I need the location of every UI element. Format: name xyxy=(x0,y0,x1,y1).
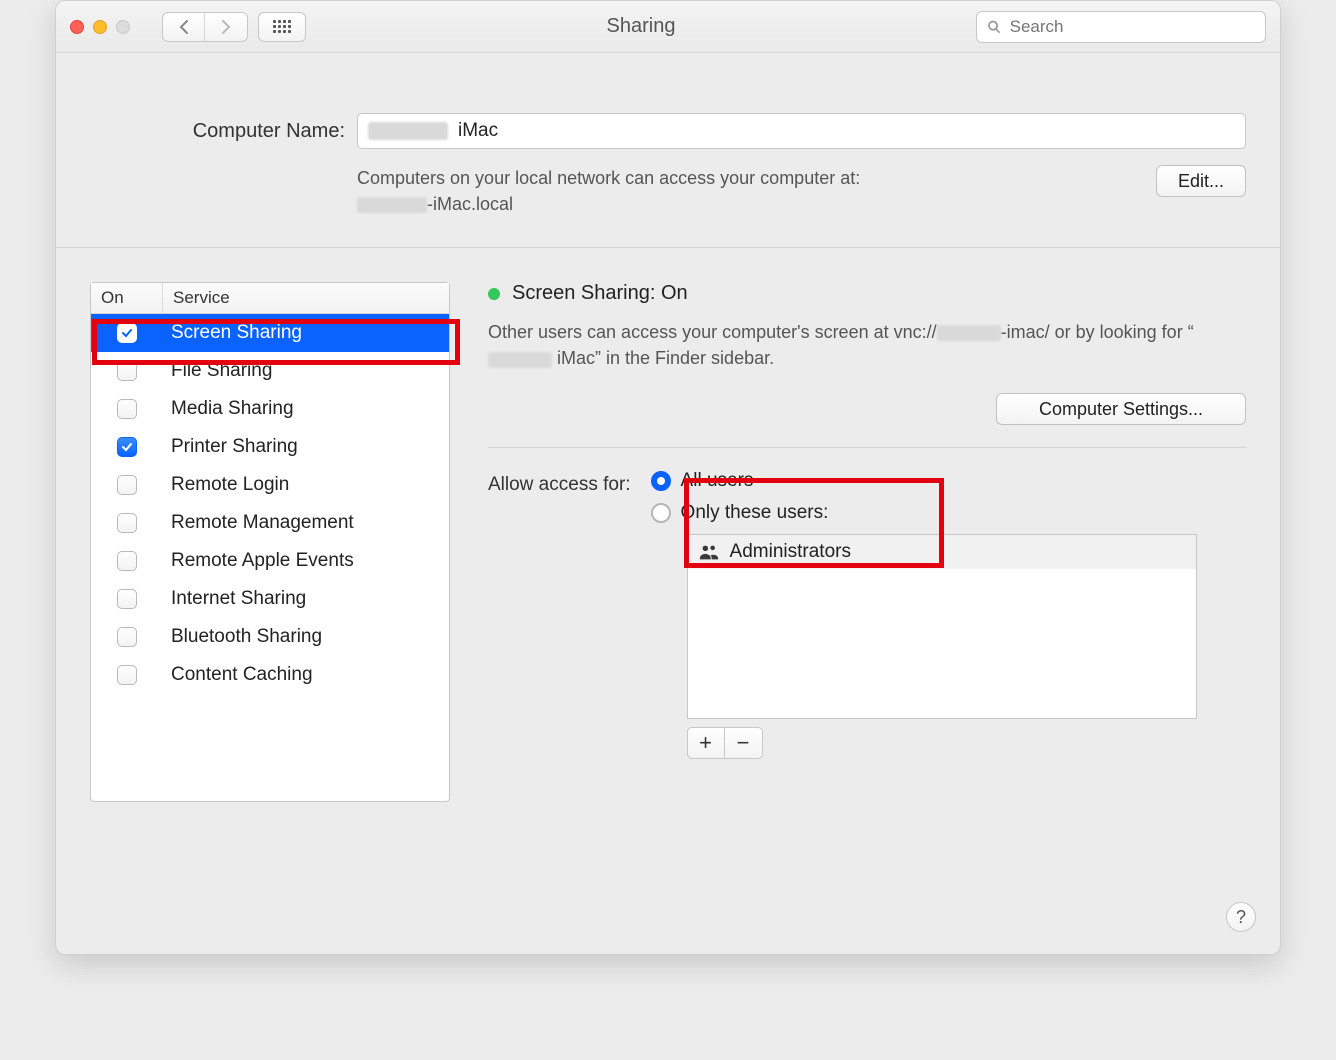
radio-label: Only these users: xyxy=(681,502,829,524)
service-row[interactable]: Bluetooth Sharing xyxy=(91,618,449,656)
divider xyxy=(488,447,1246,448)
service-checkbox[interactable] xyxy=(117,513,137,533)
show-all-button[interactable] xyxy=(258,12,306,42)
service-checkbox[interactable] xyxy=(117,475,137,495)
computer-settings-button[interactable]: Computer Settings... xyxy=(996,393,1246,425)
service-row[interactable]: Printer Sharing xyxy=(91,428,449,466)
minimize-window-icon[interactable] xyxy=(93,20,107,34)
service-label: Remote Management xyxy=(163,512,449,534)
window-title: Sharing xyxy=(316,15,966,38)
service-row[interactable]: Content Caching xyxy=(91,656,449,694)
service-checkbox[interactable] xyxy=(117,551,137,571)
computer-name-field[interactable]: iMac xyxy=(357,113,1246,149)
main-section: On Service Screen Sharing File Sharing Med… xyxy=(56,248,1280,832)
users-list[interactable]: Administrators xyxy=(687,534,1197,719)
service-label: Media Sharing xyxy=(163,398,449,420)
service-row[interactable]: Internet Sharing xyxy=(91,580,449,618)
service-label: Screen Sharing xyxy=(163,322,449,344)
titlebar: Sharing xyxy=(56,1,1280,53)
radio-icon xyxy=(651,471,671,491)
service-checkbox[interactable] xyxy=(117,589,137,609)
edit-button[interactable]: Edit... xyxy=(1156,165,1246,197)
allow-access-label: Allow access for: xyxy=(488,470,631,496)
radio-icon xyxy=(651,503,671,523)
computer-name-section: Computer Name: iMac Computers on your lo… xyxy=(56,53,1280,248)
service-row[interactable]: Remote Apple Events xyxy=(91,542,449,580)
plus-icon: + xyxy=(699,730,712,756)
service-label: Remote Login xyxy=(163,474,449,496)
add-user-button[interactable]: + xyxy=(687,727,725,759)
service-checkbox[interactable] xyxy=(117,323,137,343)
service-checkbox[interactable] xyxy=(117,627,137,647)
minus-icon: − xyxy=(737,730,750,756)
search-icon xyxy=(987,19,1002,35)
help-button[interactable]: ? xyxy=(1226,902,1256,932)
zoom-window-icon[interactable] xyxy=(116,20,130,34)
radio-all-users[interactable]: All users xyxy=(651,470,1197,492)
service-label: Bluetooth Sharing xyxy=(163,626,449,648)
add-remove-buttons: + − xyxy=(687,727,1197,759)
status-indicator-icon xyxy=(488,288,500,300)
service-checkbox[interactable] xyxy=(117,361,137,381)
computer-name-label: Computer Name: xyxy=(90,120,345,143)
close-window-icon[interactable] xyxy=(70,20,84,34)
list-item[interactable]: Administrators xyxy=(688,535,1196,569)
service-description: Other users can access your computer's s… xyxy=(488,319,1246,371)
service-row[interactable]: Remote Management xyxy=(91,504,449,542)
service-checkbox[interactable] xyxy=(117,665,137,685)
column-on-header[interactable]: On xyxy=(91,283,163,313)
services-header: On Service xyxy=(91,283,449,314)
service-row[interactable]: Remote Login xyxy=(91,466,449,504)
user-name: Administrators xyxy=(730,541,851,563)
services-table: On Service Screen Sharing File Sharing Med… xyxy=(90,282,450,802)
service-row[interactable]: Screen Sharing xyxy=(91,314,449,352)
hostname-description: Computers on your local network can acce… xyxy=(357,165,1156,217)
redacted-text xyxy=(368,122,448,140)
service-row[interactable]: File Sharing xyxy=(91,352,449,390)
status-label: Screen Sharing: On xyxy=(512,282,688,305)
service-checkbox[interactable] xyxy=(117,399,137,419)
service-detail: Screen Sharing: On Other users can acces… xyxy=(488,282,1246,759)
service-label: File Sharing xyxy=(163,360,449,382)
grid-icon xyxy=(273,20,291,33)
back-button[interactable] xyxy=(163,13,205,41)
radio-only-these-users[interactable]: Only these users: xyxy=(651,502,1197,524)
service-checkbox[interactable] xyxy=(117,437,137,457)
sharing-window: Sharing Computer Name: iMac Computers on… xyxy=(55,0,1281,955)
column-service-header[interactable]: Service xyxy=(163,283,449,313)
service-row[interactable]: Media Sharing xyxy=(91,390,449,428)
nav-buttons xyxy=(162,12,248,42)
search-field[interactable] xyxy=(976,11,1266,43)
traffic-lights xyxy=(70,20,130,34)
computer-name-value: iMac xyxy=(458,120,498,142)
forward-button[interactable] xyxy=(205,13,247,41)
chevron-left-icon xyxy=(178,20,190,34)
users-icon xyxy=(698,541,720,563)
remove-user-button[interactable]: − xyxy=(725,727,763,759)
service-label: Content Caching xyxy=(163,664,449,686)
service-label: Internet Sharing xyxy=(163,588,449,610)
service-label: Printer Sharing xyxy=(163,436,449,458)
search-input[interactable] xyxy=(1010,17,1255,37)
radio-label: All users xyxy=(681,470,754,492)
chevron-right-icon xyxy=(220,20,232,34)
service-label: Remote Apple Events xyxy=(163,550,449,572)
